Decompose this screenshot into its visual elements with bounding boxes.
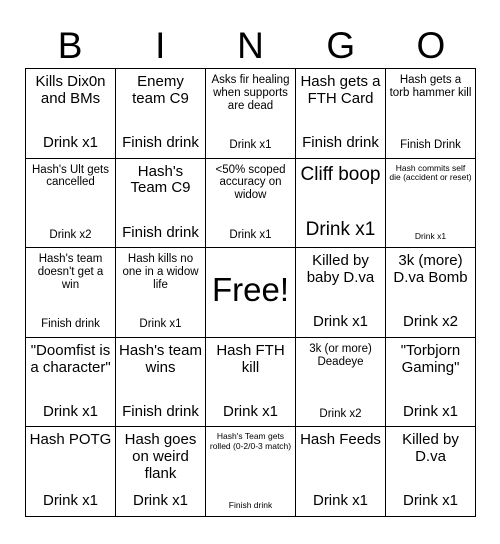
bingo-cell-r1c2[interactable]: Enemy team C9 Finish drink (116, 69, 206, 159)
bingo-cell-text: Hash commits self die (accident or reset… (389, 162, 472, 183)
bingo-cell-penalty: Finish drink (41, 318, 100, 331)
bingo-cell-text: Hash kills no one in a widow life (122, 253, 199, 291)
bingo-cell-text: Hash's team wins (119, 341, 202, 376)
bingo-cell-penalty: Drink x1 (305, 219, 376, 241)
bingo-cell-r5c4[interactable]: Hash Feeds Drink x1 (296, 427, 386, 517)
bingo-cell-penalty: Drink x1 (312, 492, 368, 510)
bingo-cell-penalty: Drink x1 (229, 138, 272, 151)
bingo-cell-r4c5[interactable]: "Torbjorn Gaming" Drink x1 (386, 337, 476, 428)
bingo-cell-penalty: Drink x1 (42, 402, 98, 420)
bingo-cell-penalty: Drink x1 (402, 402, 458, 420)
bingo-cell-free[interactable]: Free! (206, 248, 296, 338)
bingo-cell-r2c5[interactable]: Hash commits self die (accident or reset… (386, 158, 476, 249)
bingo-cell-penalty: Finish Drink (400, 138, 461, 151)
bingo-cell-r1c3[interactable]: Asks fir healing when supports are dead D… (206, 69, 296, 159)
bingo-cell-text: Hash's Ult gets cancelled (32, 163, 109, 189)
bingo-cell-text: Asks fir healing when supports are dead (211, 74, 290, 112)
bingo-cell-text: Free! (211, 270, 290, 308)
bingo-cell-r3c4[interactable]: Killed by baby D.va Drink x1 (296, 248, 386, 338)
bingo-cell-r5c2[interactable]: Hash goes on weird flank Drink x1 (116, 427, 206, 517)
bingo-cell-r4c2[interactable]: Hash's team wins Finish drink (116, 337, 206, 428)
bingo-cell-text: Hash goes on weird flank (124, 431, 197, 482)
bingo-cell-r2c2[interactable]: Hash's Team C9 Finish drink (116, 158, 206, 249)
bingo-cell-penalty: Finish drink (122, 402, 199, 420)
bingo-cell-text: Killed by baby D.va (306, 252, 375, 286)
bingo-cell-text: Hash's Team C9 (130, 162, 191, 197)
bingo-cell-penalty: Finish drink (122, 223, 199, 241)
bingo-cell-r1c4[interactable]: Hash gets a FTH Card Finish drink (296, 69, 386, 159)
bingo-cell-penalty: Drink x1 (414, 230, 447, 241)
bingo-cell-penalty: Drink x1 (229, 228, 272, 241)
bingo-cell-text: Hash Feeds (300, 431, 381, 449)
bingo-cell-r5c3[interactable]: Hash's Team gets rolled (0-2/0-3 match) F… (206, 427, 296, 517)
bingo-cell-text: Enemy team C9 (132, 73, 189, 107)
bingo-cell-penalty: Drink x1 (42, 492, 98, 510)
bingo-cell-penalty: Drink x2 (402, 313, 458, 331)
bingo-cell-text: "Torbjorn Gaming" (400, 341, 461, 376)
bingo-cell-text: "Doomfist is a character" (30, 341, 111, 376)
bingo-header-letter-o: O (416, 24, 446, 66)
bingo-cell-r2c3[interactable]: <50% scoped accuracy on widow Drink x1 (206, 158, 296, 249)
bingo-cell-penalty: Drink x1 (222, 402, 278, 420)
bingo-cell-penalty: Finish drink (302, 134, 379, 152)
bingo-grid: Kills Dix0n and BMs Drink x1 Enemy team C9… (25, 68, 476, 517)
bingo-card: B I N G O Kills Dix0n and BMs Drink x1 Enemy t… (0, 0, 500, 544)
bingo-cell-text: Hash FTH kill (216, 341, 285, 376)
bingo-cell-penalty: Finish drink (122, 134, 199, 152)
bingo-cell-r2c4[interactable]: Cliff boop Drink x1 (296, 158, 386, 249)
bingo-cell-penalty: Drink x1 (139, 318, 182, 331)
bingo-cell-penalty: Finish drink (228, 499, 273, 510)
bingo-cell-r5c1[interactable]: Hash POTG Drink x1 (26, 427, 116, 517)
bingo-cell-penalty: Drink x2 (49, 228, 92, 241)
bingo-cell-text: Kills Dix0n and BMs (35, 73, 106, 107)
bingo-cell-r2c1[interactable]: Hash's Ult gets cancelled Drink x2 (26, 158, 116, 249)
bingo-cell-text: Cliff boop (300, 163, 381, 185)
bingo-cell-r4c4[interactable]: 3k (or more) Deadeye Drink x2 (296, 337, 386, 428)
bingo-cell-r3c1[interactable]: Hash's team doesn't get a win Finish drin… (26, 248, 116, 338)
bingo-cell-text: Hash gets a torb hammer kill (389, 74, 472, 99)
bingo-cell-text: 3k (more) D.va Bomb (393, 252, 468, 286)
bingo-cell-r4c3[interactable]: Hash FTH kill Drink x1 (206, 337, 296, 428)
bingo-cell-r5c5[interactable]: Killed by D.va Drink x1 (386, 427, 476, 517)
bingo-cell-penalty: Drink x1 (402, 492, 458, 510)
bingo-cell-text: Killed by D.va (402, 431, 459, 466)
bingo-cell-r3c2[interactable]: Hash kills no one in a widow life Drink x… (116, 248, 206, 338)
bingo-cell-text: 3k (or more) Deadeye (309, 342, 372, 368)
bingo-cell-text: Hash POTG (29, 431, 112, 449)
bingo-cell-text: Hash's team doesn't get a win (37, 253, 104, 291)
bingo-header: BINGO (25, 22, 476, 68)
bingo-cell-penalty: Drink x1 (312, 313, 368, 331)
bingo-header-letter-i: I (155, 24, 166, 66)
bingo-cell-r1c5[interactable]: Hash gets a torb hammer kill Finish Drink (386, 69, 476, 159)
bingo-cell-penalty: Drink x1 (42, 134, 98, 152)
bingo-cell-text: Hash gets a FTH Card (300, 73, 381, 107)
bingo-header-letter-g: G (326, 24, 356, 66)
bingo-cell-penalty: Drink x1 (132, 492, 188, 510)
bingo-cell-r4c1[interactable]: "Doomfist is a character" Drink x1 (26, 337, 116, 428)
bingo-cell-text: Hash's Team gets rolled (0-2/0-3 match) (209, 431, 292, 451)
bingo-cell-r1c1[interactable]: Kills Dix0n and BMs Drink x1 (26, 69, 116, 159)
bingo-cell-r3c5[interactable]: 3k (more) D.va Bomb Drink x2 (386, 248, 476, 338)
bingo-cell-text: <50% scoped accuracy on widow (215, 163, 286, 202)
bingo-header-letter-n: N (237, 24, 264, 66)
bingo-cell-penalty: Drink x2 (319, 407, 362, 420)
bingo-header-letter-b: B (57, 24, 83, 66)
